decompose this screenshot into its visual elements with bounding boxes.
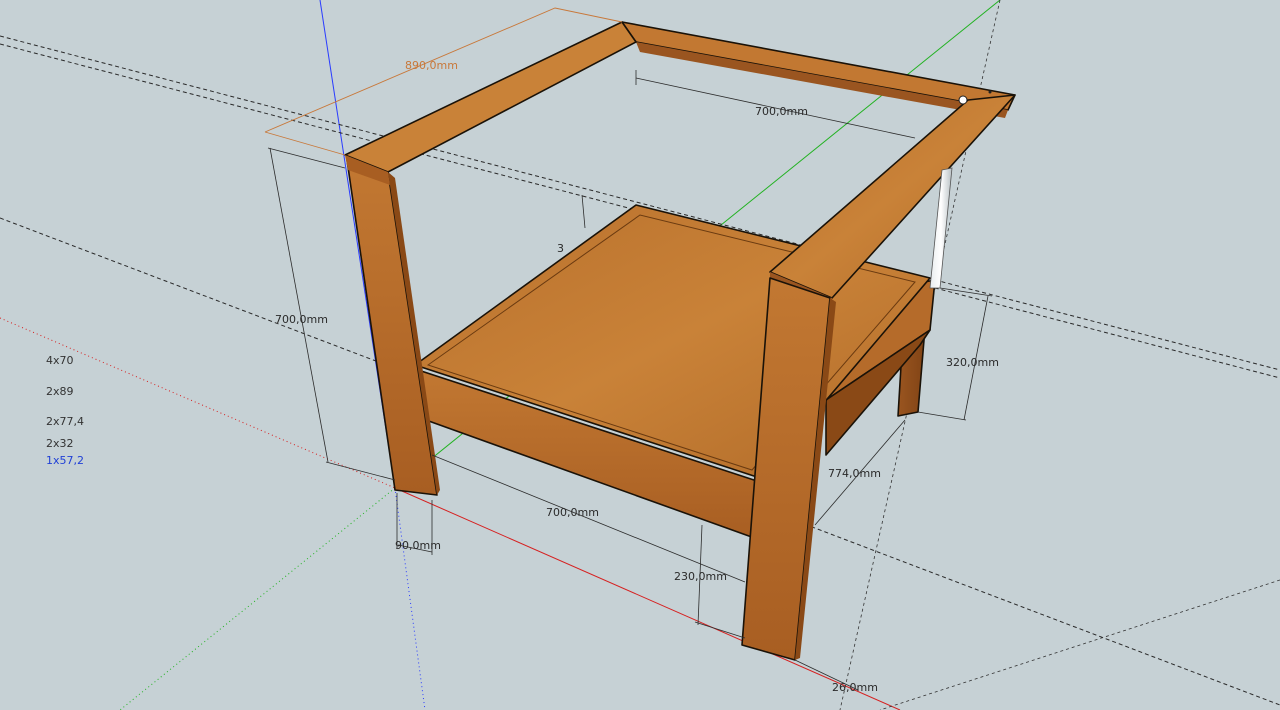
dim-700-height-line [269, 147, 329, 463]
dim-label-height[interactable]: 700,0mm [275, 313, 328, 326]
green-axis-dotted [119, 487, 396, 710]
dim-700-height-ext-top [267, 147, 346, 169]
dim-partial-line [581, 194, 586, 229]
dim-label-clearance[interactable]: 230,0mm [674, 570, 727, 583]
dim-label-depth[interactable]: 774,0mm [828, 467, 881, 480]
vertex-marker [988, 90, 992, 94]
dim-label-front-width[interactable]: 700,0mm [546, 506, 599, 519]
guide-line [879, 579, 1280, 710]
dim-320-ext-top [939, 287, 993, 297]
left-front-leg[interactable] [346, 159, 438, 496]
blue-axis-dotted [394, 487, 426, 710]
part-list-item: 2x77,4 [46, 415, 85, 428]
dim-label-offset[interactable]: 26,0mm [832, 681, 878, 694]
part-list-item: 1x57,2 [46, 454, 85, 467]
model-viewport[interactable]: 890,0mm 700,0mm 700,0mm 320,0mm 774,0mm … [0, 0, 1280, 710]
dim-label-top-depth[interactable]: 700,0mm [755, 105, 808, 118]
pipe-end [958, 95, 968, 105]
red-axis-solid [394, 487, 901, 710]
part-list-item: 2x89 [46, 385, 74, 398]
left-armrest[interactable] [344, 21, 637, 173]
dim-label-side-height[interactable]: 320,0mm [946, 356, 999, 369]
dim-label-leg-width[interactable]: 90,0mm [395, 539, 441, 552]
dim-890-ext [264, 131, 346, 156]
back-top-rail-face [636, 42, 1008, 118]
part-list-item: 4x70 [46, 354, 74, 367]
right-armrest[interactable] [769, 94, 1016, 299]
dim-700-height-ext-bottom [325, 461, 396, 481]
chair-model[interactable] [344, 21, 1016, 661]
dim-label-partial[interactable]: 3 [557, 242, 564, 255]
dim-230-ext [694, 621, 746, 639]
dim-320-ext-bottom [917, 411, 967, 421]
part-list-item: 2x32 [46, 437, 74, 450]
dim-label-top-width[interactable]: 890,0mm [405, 59, 458, 72]
